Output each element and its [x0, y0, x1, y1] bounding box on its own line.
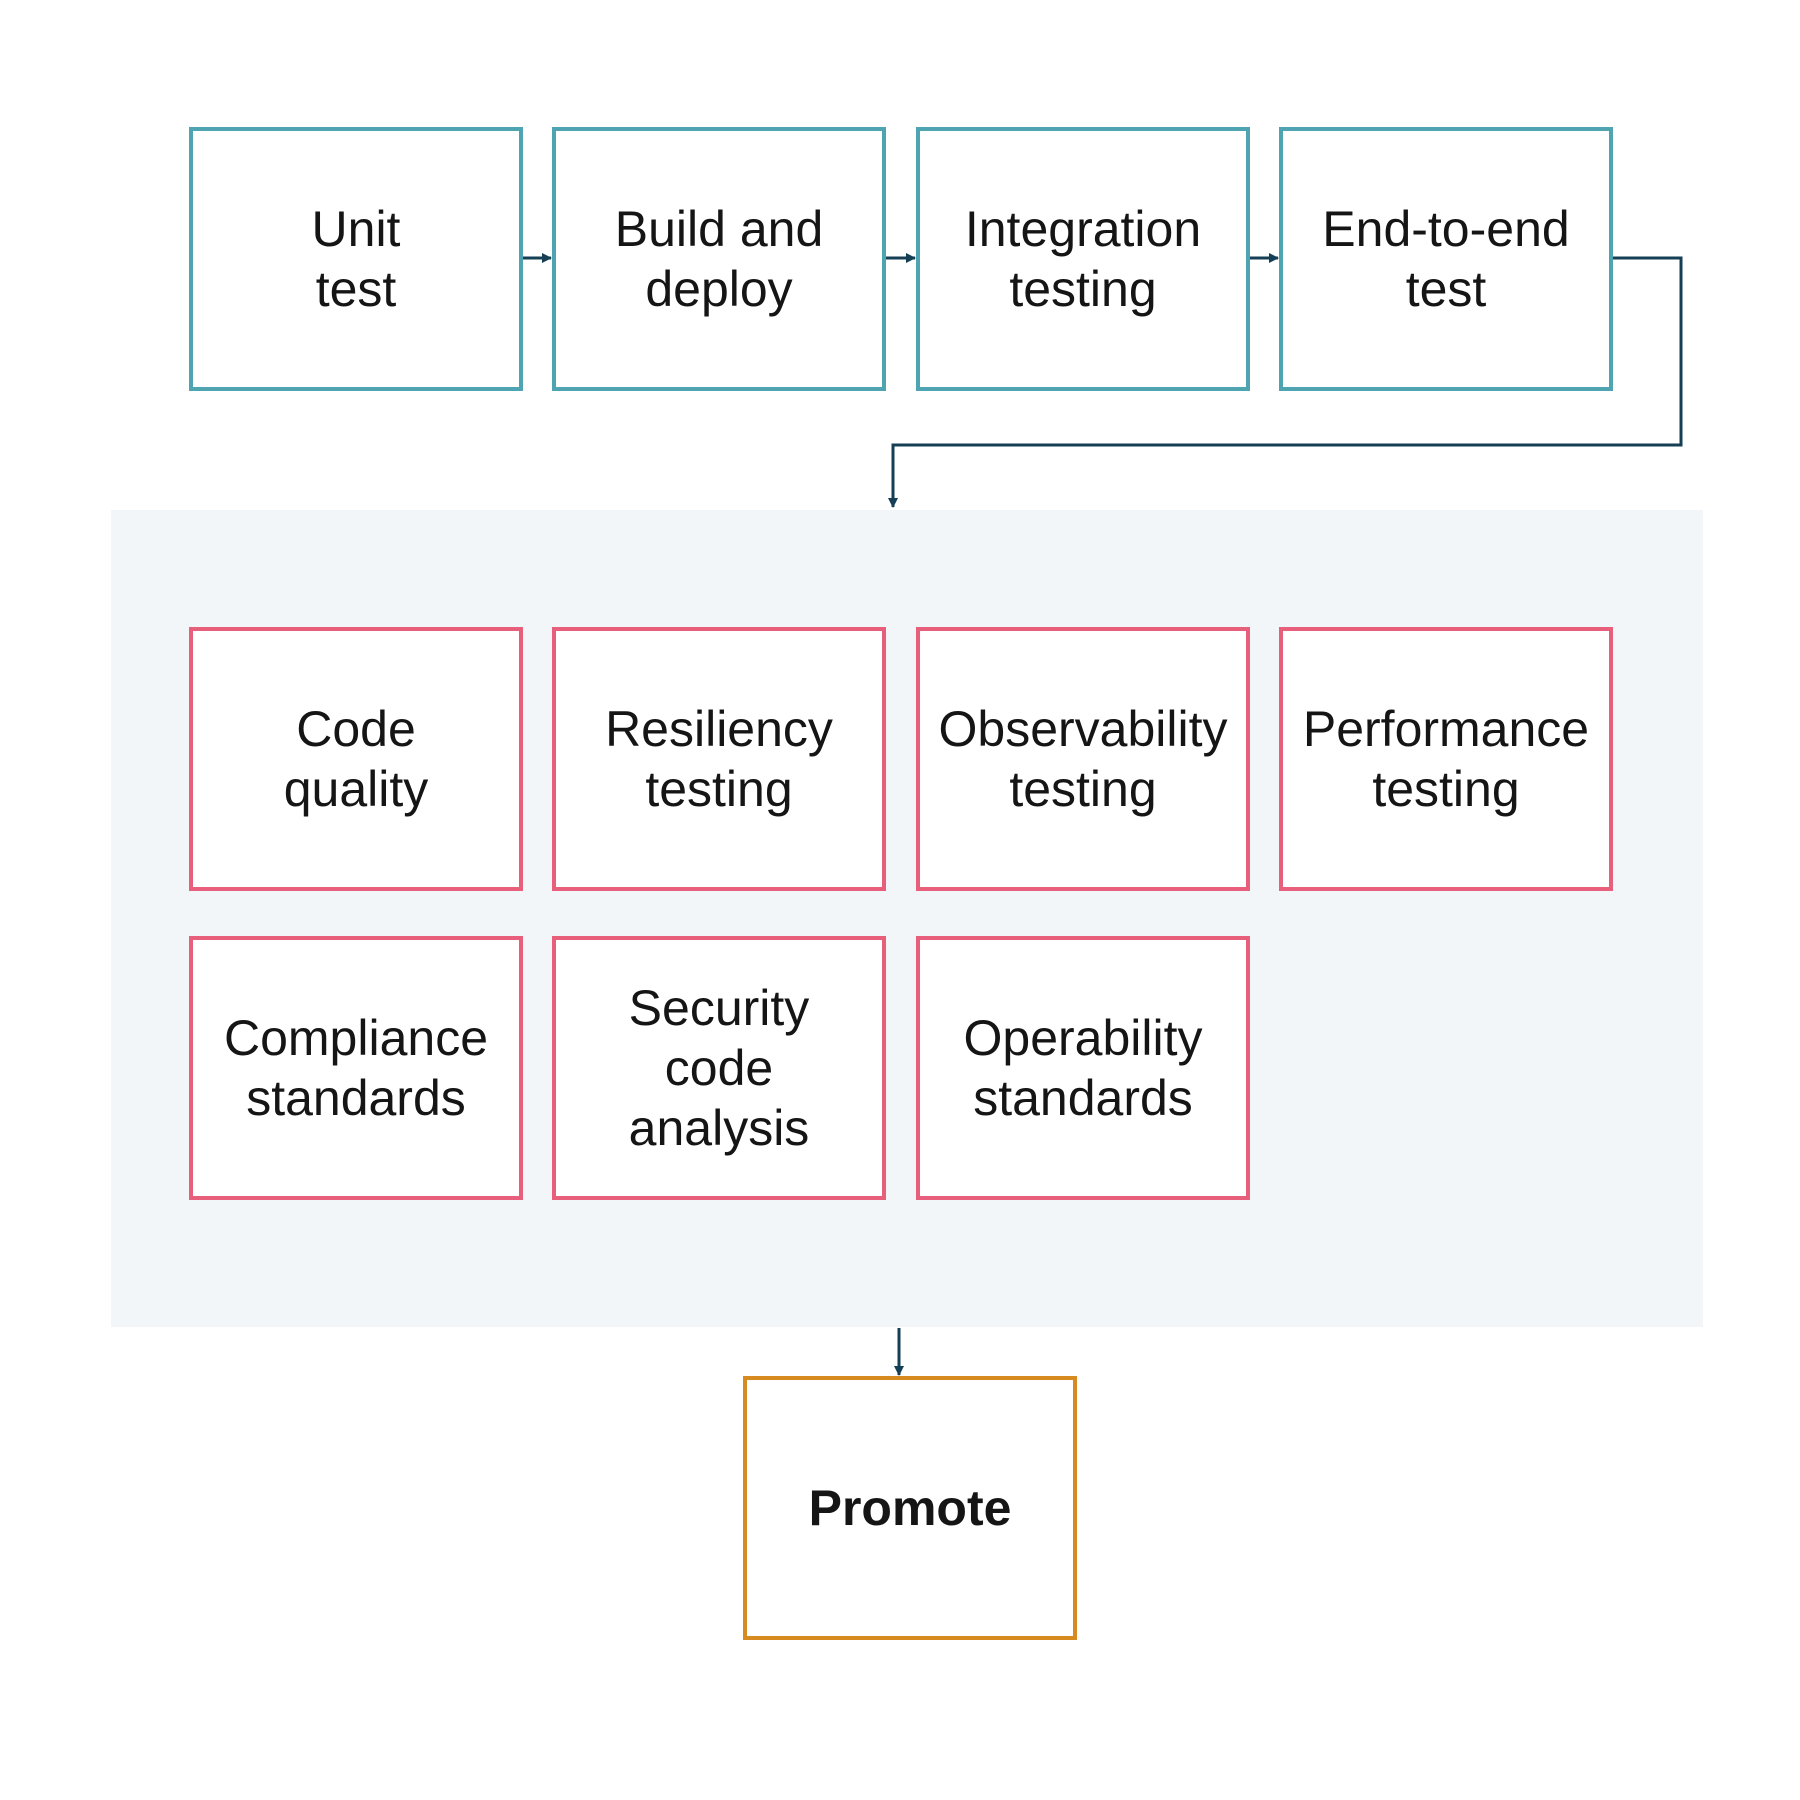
gate-code-quality: Code quality — [189, 627, 523, 891]
gate-operability-standards: Operability standards — [916, 936, 1250, 1200]
gate-observability-testing: Observability testing — [916, 627, 1250, 891]
stage-unit-test: Unit test — [189, 127, 523, 391]
gate-security-code-analysis: Security code analysis — [552, 936, 886, 1200]
stage-build-and-deploy: Build and deploy — [552, 127, 886, 391]
gate-compliance-standards: Compliance standards — [189, 936, 523, 1200]
stage-integration-testing: Integration testing — [916, 127, 1250, 391]
stage-end-to-end-test: End-to-end test — [1279, 127, 1613, 391]
stage-promote: Promote — [743, 1376, 1077, 1640]
gate-performance-testing: Performance testing — [1279, 627, 1613, 891]
gate-resiliency-testing: Resiliency testing — [552, 627, 886, 891]
